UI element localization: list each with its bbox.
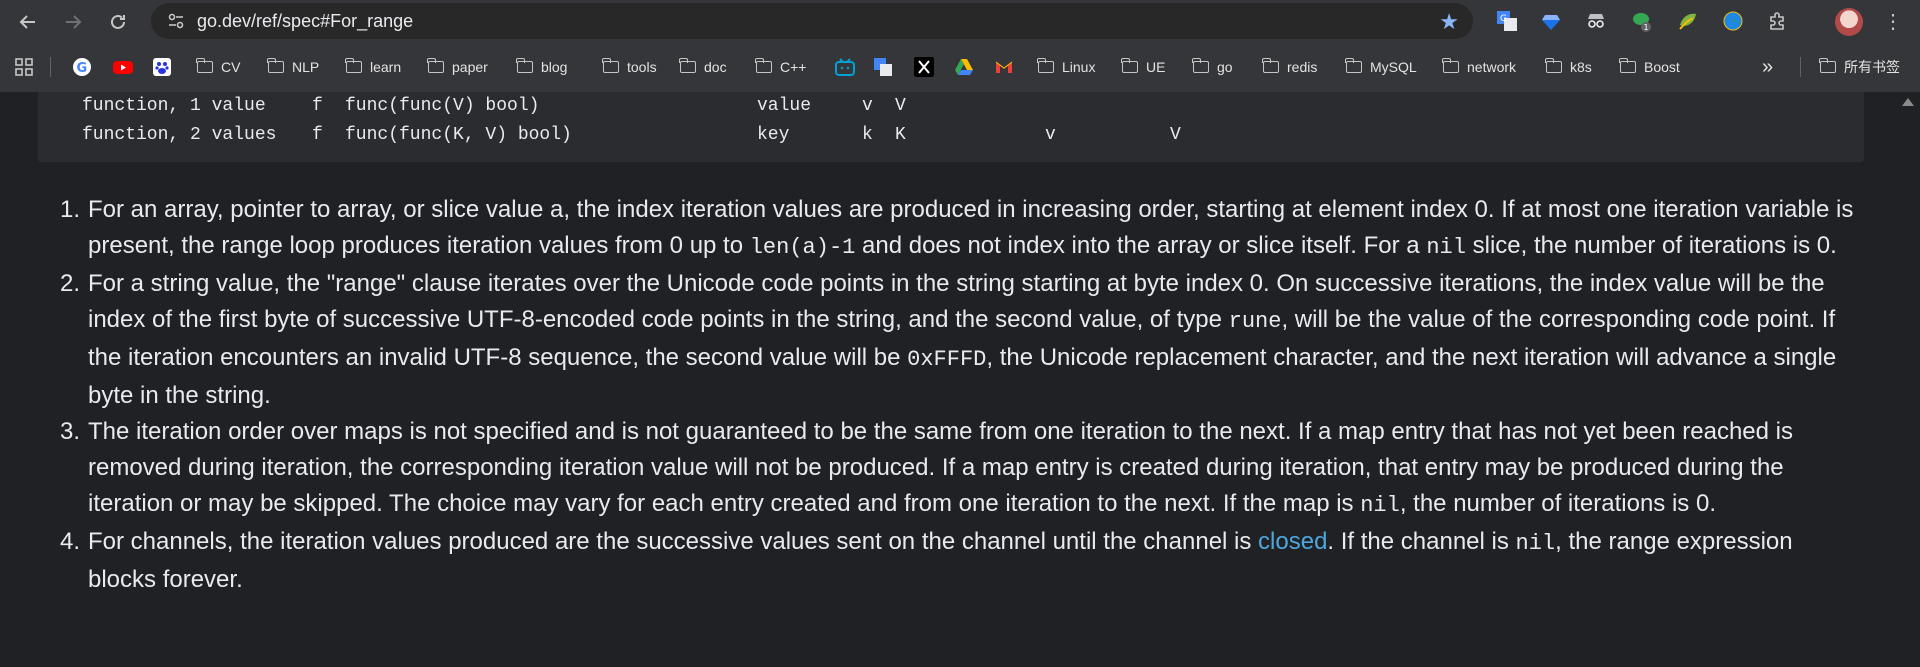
folder-icon <box>196 58 213 73</box>
arrow-left-icon <box>19 15 35 29</box>
translate-extension-icon[interactable]: G <box>1495 9 1519 33</box>
svg-text:G: G <box>1500 14 1507 24</box>
address-bar[interactable]: go.dev/ref/spec#For_range ★ <box>151 3 1473 39</box>
list-number: 2. <box>60 270 81 297</box>
folder-icon <box>1345 58 1362 73</box>
svg-text:G: G <box>77 61 88 76</box>
bookmark-folder-boost[interactable]: Boost <box>1619 55 1680 79</box>
all-bookmarks-folder[interactable]: 所有书签 <box>1819 55 1900 79</box>
folder-icon <box>1545 58 1562 73</box>
url-text[interactable]: go.dev/ref/spec#For_range <box>197 11 413 32</box>
range-rules-list: 1. For an array, pointer to array, or sli… <box>60 192 1860 598</box>
bookmark-separator <box>50 57 51 77</box>
folder-icon <box>1442 58 1459 73</box>
inline-code: len(a)-1 <box>749 235 856 260</box>
bookmark-star-icon[interactable]: ★ <box>1439 9 1459 35</box>
list-text: . If the channel is <box>1327 528 1516 555</box>
bookmark-folder-cpp[interactable]: C++ <box>755 55 806 79</box>
browser-menu-icon[interactable]: ⋮ <box>1883 8 1903 36</box>
inline-code: nil <box>1426 235 1466 260</box>
folder-icon <box>679 58 696 73</box>
list-text: For channels, the iteration values produ… <box>88 528 1259 555</box>
bookmark-folder-cv[interactable]: CV <box>196 55 240 79</box>
list-item: 4. For channels, the iteration values pro… <box>60 524 1860 598</box>
scrollbar-up-arrow[interactable] <box>1902 98 1914 106</box>
bilibili-icon[interactable] <box>834 57 855 77</box>
folder-icon <box>602 58 619 73</box>
bookmark-folder-linux[interactable]: Linux <box>1037 55 1095 79</box>
folder-icon <box>1262 58 1279 73</box>
google-drive-icon[interactable] <box>954 57 974 77</box>
list-text: , the number of iterations is 0. <box>1399 490 1716 517</box>
profile-avatar[interactable] <box>1835 8 1863 36</box>
wechat-extension-icon[interactable]: 1 <box>1630 9 1654 33</box>
globe-extension-icon[interactable] <box>1721 9 1745 33</box>
folder-icon <box>267 58 284 73</box>
spy-extension-icon[interactable] <box>1584 9 1608 33</box>
folder-icon <box>1819 58 1836 73</box>
list-text: and does not index into the array or sli… <box>855 232 1427 259</box>
bookmark-folder-nlp[interactable]: NLP <box>267 55 319 79</box>
bookmark-folder-learn[interactable]: learn <box>345 55 401 79</box>
leaf-extension-icon[interactable] <box>1676 9 1700 33</box>
bookmarks-bar: G CV NLP learn paper blog tools doc C++ … <box>0 43 1920 93</box>
site-info-icon[interactable] <box>167 12 185 30</box>
youtube-icon[interactable] <box>112 57 133 77</box>
folder-icon <box>1192 58 1209 73</box>
translate-icon[interactable] <box>873 57 893 77</box>
folder-icon <box>345 58 362 73</box>
bookmark-folder-ue[interactable]: UE <box>1121 55 1165 79</box>
list-number: 1. <box>60 196 81 223</box>
gmail-icon[interactable] <box>994 57 1014 77</box>
reload-button[interactable] <box>104 8 132 36</box>
inline-code: 0xFFFD <box>907 347 987 372</box>
bookmark-folder-tools[interactable]: tools <box>602 55 657 79</box>
extension-badge: 1 <box>1644 23 1649 32</box>
bookmark-folder-network[interactable]: network <box>1442 55 1516 79</box>
bookmark-separator <box>1800 57 1801 77</box>
list-number: 4. <box>60 528 81 555</box>
folder-icon <box>755 58 772 73</box>
bookmark-folder-doc[interactable]: doc <box>679 55 727 79</box>
x-twitter-icon[interactable] <box>914 57 934 77</box>
baidu-icon[interactable] <box>152 57 172 77</box>
list-number: 3. <box>60 418 81 445</box>
extensions-puzzle-icon[interactable] <box>1766 9 1790 33</box>
bookmark-folder-k8s[interactable]: k8s <box>1545 55 1592 79</box>
google-icon[interactable]: G <box>72 57 92 77</box>
closed-link[interactable]: closed <box>1258 528 1327 555</box>
arrow-right-icon <box>66 15 82 29</box>
inline-code: rune <box>1228 309 1282 334</box>
inline-code: nil <box>1515 531 1556 556</box>
inline-code: nil <box>1360 493 1400 518</box>
bookmark-folder-paper[interactable]: paper <box>427 55 488 79</box>
folder-icon <box>1037 58 1054 73</box>
list-item: 3. The iteration order over maps is not s… <box>60 414 1860 524</box>
list-item: 2. For a string value, the "range" clause… <box>60 266 1860 414</box>
bookmark-folder-blog[interactable]: blog <box>516 55 567 79</box>
browser-toolbar: go.dev/ref/spec#For_range ★ G 1 ⋮ <box>0 0 1920 43</box>
list-item: 1. For an array, pointer to array, or sli… <box>60 192 1860 266</box>
page-content: function, 1 value f func(func(V) bool) v… <box>0 92 1920 667</box>
range-table-code-block: function, 1 value f func(func(V) bool) v… <box>38 92 1864 162</box>
folder-icon <box>516 58 533 73</box>
folder-icon <box>1619 58 1636 73</box>
bookmark-folder-redis[interactable]: redis <box>1262 55 1317 79</box>
forward-button[interactable] <box>59 8 87 36</box>
bookmark-folder-go[interactable]: go <box>1192 55 1233 79</box>
diamond-extension-icon[interactable] <box>1539 9 1563 33</box>
apps-grid-icon[interactable] <box>14 57 34 77</box>
folder-icon <box>1121 58 1138 73</box>
reload-icon <box>111 14 125 29</box>
bookmark-folder-mysql[interactable]: MySQL <box>1345 55 1417 79</box>
list-text: slice, the number of iterations is 0. <box>1465 232 1837 259</box>
bookmarks-overflow-button[interactable]: » <box>1762 55 1773 79</box>
back-button[interactable] <box>14 8 42 36</box>
folder-icon <box>427 58 444 73</box>
